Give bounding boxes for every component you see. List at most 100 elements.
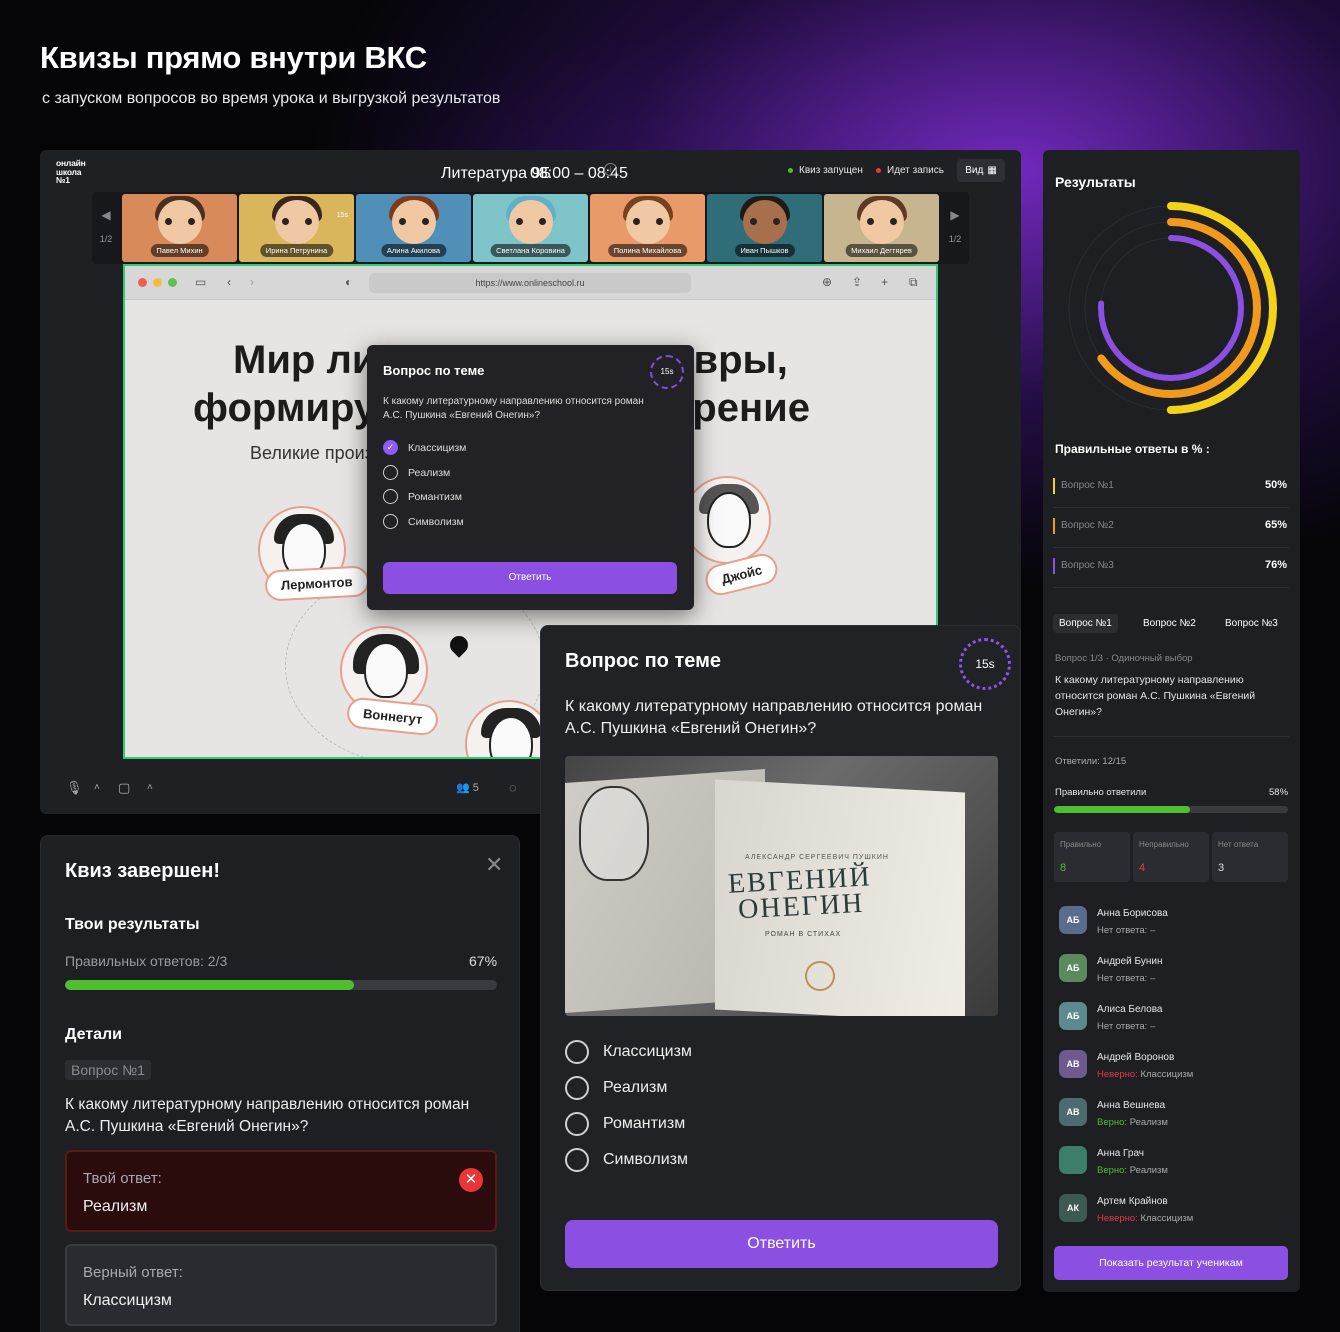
results-ring-chart	[1065, 202, 1277, 414]
student-answer: Нет ответа: –	[1097, 925, 1156, 936]
quiz-option[interactable]: Символизм	[565, 1148, 688, 1172]
tab-question-3[interactable]: Вопрос №3	[1219, 614, 1284, 633]
chevron-up-icon[interactable]: ˄	[94, 782, 100, 793]
submit-answer-button[interactable]: Ответить	[565, 1220, 998, 1268]
avatar: АВ	[1059, 1098, 1087, 1126]
progress-bar	[65, 980, 497, 990]
participant-tile[interactable]: Ирина Петрунина 15s	[239, 194, 354, 262]
quiz-option[interactable]: Реализм	[383, 465, 450, 480]
radio-icon	[383, 465, 398, 480]
url-bar[interactable]: https://www.onlineschool.ru	[369, 273, 691, 293]
page-subtitle: с запуском вопросов во время урока и выг…	[42, 90, 501, 107]
student-answer: Верно: Реализм	[1097, 1165, 1168, 1176]
student-name: Анна Грач	[1097, 1148, 1145, 1159]
correct-label: Правильно ответили	[1055, 787, 1147, 798]
close-icon[interactable]: ✕	[485, 852, 503, 878]
correct-answers-percent: 67%	[469, 953, 498, 969]
prev-arrow-icon[interactable]: ◀	[92, 208, 120, 222]
chat-icon[interactable]: ◌	[509, 780, 517, 795]
avatar: АБ	[1059, 906, 1087, 934]
quiz-question-card: Вопрос по теме 15s К какому литературном…	[540, 625, 1021, 1291]
question-card-title: Вопрос по теме	[565, 650, 722, 672]
info-icon[interactable]: i	[604, 163, 617, 176]
timer-ring: 15s	[650, 355, 684, 389]
results-question: К какому литературному направлению относ…	[1055, 674, 1256, 718]
sidebar-icon[interactable]: ▭	[195, 275, 206, 289]
crest-icon	[805, 961, 835, 991]
correct-answer-value: Классицизм	[83, 1292, 172, 1309]
tab-question-1[interactable]: Вопрос №1	[1053, 614, 1118, 633]
participants-button[interactable]: 👥 5	[456, 781, 479, 794]
ring-question-3	[1098, 235, 1244, 381]
wrong-icon: ✕	[459, 1168, 483, 1192]
student-name: Алиса Белова	[1097, 1004, 1163, 1015]
participant-tile[interactable]: Михаил Дегтярев	[824, 194, 939, 262]
student-name: Анна Вешнева	[1097, 1100, 1166, 1111]
percent-row: Вопрос №2 65%	[1053, 512, 1289, 548]
participant-tile[interactable]: Павел Михин	[122, 194, 237, 262]
book-subtitle: РОМАН В СТИХАХ	[765, 931, 842, 938]
question-card-question: К какому литературному направлению относ…	[565, 698, 983, 737]
page-indicator-left: 1/2	[99, 234, 113, 244]
quiz-popup-question: К какому литературному направлению относ…	[383, 396, 644, 421]
share-icon[interactable]: ⇪	[852, 275, 862, 289]
participant-tile[interactable]: Алина Акилова	[356, 194, 471, 262]
camera-icon[interactable]: ▢	[118, 780, 130, 796]
quiz-popup: Вопрос по теме 15s К какому литературном…	[367, 345, 694, 610]
radio-icon	[383, 514, 398, 529]
participant-tile[interactable]: Светлана Коровина	[473, 194, 588, 262]
stat-correct: Правильно 8	[1054, 832, 1130, 882]
page-indicator-right: 1/2	[948, 234, 962, 244]
radio-icon	[565, 1148, 589, 1172]
quiz-option[interactable]: Реализм	[565, 1076, 667, 1100]
school-logo: онлайн школа №1	[56, 158, 86, 185]
submit-answer-button[interactable]: Ответить	[383, 562, 677, 594]
view-button[interactable]: Вид ▦	[957, 159, 1005, 182]
next-arrow-icon[interactable]: ▶	[941, 208, 969, 222]
participant-tile[interactable]: Иван Пышков	[707, 194, 822, 262]
quiz-option[interactable]: Символизм	[383, 514, 464, 529]
quiz-option[interactable]: ✓ Классицизм	[383, 440, 466, 455]
avatar: АК	[1059, 1194, 1087, 1222]
quiz-option[interactable]: Романтизм	[565, 1112, 685, 1136]
student-answer: Верно: Реализм	[1097, 1117, 1168, 1128]
forward-icon[interactable]: ›	[250, 275, 254, 289]
question-meta: Вопрос 1/3 · Одиночный выбор	[1055, 653, 1193, 664]
chevron-up-icon[interactable]: ˄	[147, 782, 153, 793]
quiz-option[interactable]: Классицизм	[565, 1040, 692, 1064]
quiz-status: Квиз запущен	[788, 165, 863, 176]
recording-status: Идет запись	[876, 165, 944, 176]
your-answer-box: Твой ответ: Реализм ✕	[65, 1150, 497, 1232]
percent-row: Вопрос №3 76%	[1053, 552, 1289, 588]
student-answer: Нет ответа: –	[1097, 973, 1156, 984]
pushkin-sketch	[579, 786, 649, 881]
users-icon: 👥	[456, 782, 470, 794]
finished-question: К какому литературному направлению относ…	[65, 1096, 470, 1135]
quiz-option[interactable]: Романтизм	[383, 489, 462, 504]
shield-icon: ◐	[345, 275, 353, 289]
student-name: Анна Борисова	[1097, 908, 1168, 919]
question-chip: Вопрос №1	[65, 1060, 151, 1080]
participant-tile[interactable]: Полина Михайлова	[590, 194, 705, 262]
browser-toolbar: ▭ ‹ › ◐ https://www.onlineschool.ru ⊕ ⇪ …	[125, 266, 936, 300]
timer-ring: 15s	[959, 638, 1011, 690]
tile-timer: 15s	[336, 212, 348, 219]
tabs-icon[interactable]: ⧉	[909, 275, 918, 290]
results-title: Результаты	[1055, 174, 1136, 190]
correct-answer-label: Верный ответ:	[83, 1264, 183, 1281]
divider	[1053, 736, 1289, 737]
question-tabs: Вопрос №1 Вопрос №2 Вопрос №3	[1053, 614, 1289, 636]
microphone-icon[interactable]: 🎙	[66, 780, 83, 796]
quiz-popup-title: Вопрос по теме	[383, 363, 485, 378]
radio-icon	[565, 1040, 589, 1064]
answered-count: Ответили: 12/15	[1055, 756, 1127, 767]
show-results-button[interactable]: Показать результат ученикам	[1054, 1246, 1288, 1280]
download-icon[interactable]: ⊕	[822, 275, 832, 289]
tab-question-2[interactable]: Вопрос №2	[1137, 614, 1202, 633]
portrait-joyce	[683, 476, 771, 564]
avatar: АБ	[1059, 1002, 1087, 1030]
back-icon[interactable]: ‹	[227, 275, 231, 289]
student-name: Артем Крайнов	[1097, 1196, 1168, 1207]
percent-heading: Правильные ответы в % :	[1055, 442, 1210, 456]
new-tab-icon[interactable]: +	[881, 275, 888, 289]
